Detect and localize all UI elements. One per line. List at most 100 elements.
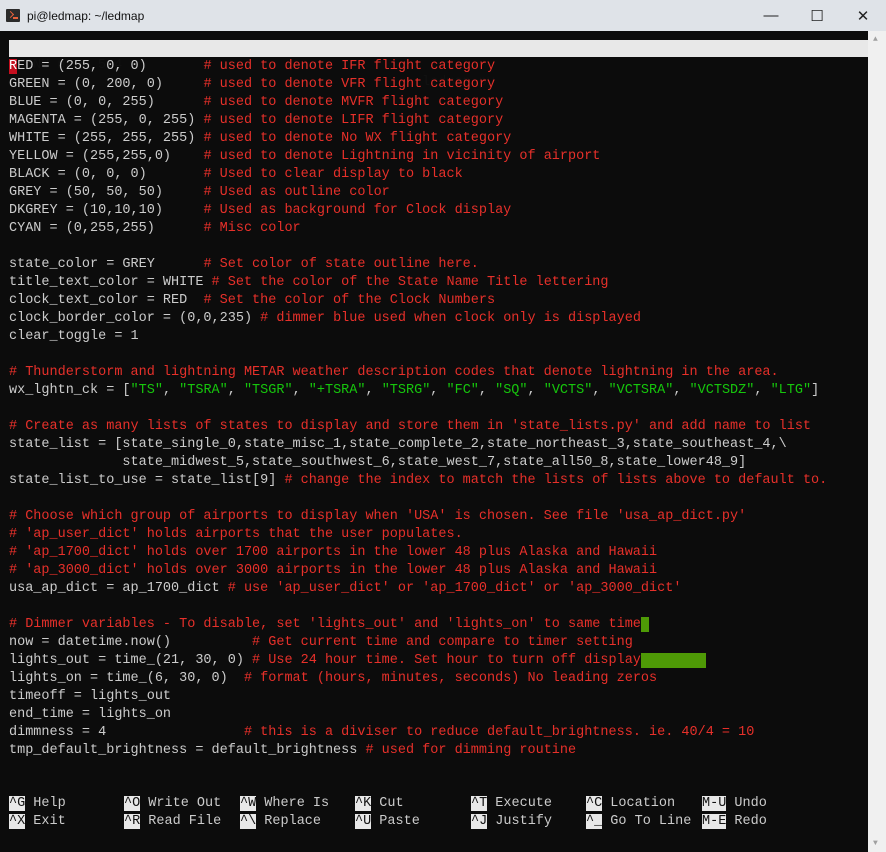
comment-text: # this is a diviser to reduce default_br… <box>243 725 755 740</box>
code-text: CYAN = (0,255,255) <box>9 221 204 236</box>
shortcut-replace[interactable]: ^\ Replace <box>240 813 321 831</box>
comment-text: # use 'ap_user_dict' or 'ap_1700_dict' o… <box>227 581 682 596</box>
shortcut-redo[interactable]: M-E Redo <box>702 813 767 831</box>
shortcut-write-out[interactable]: ^O Write Out <box>124 795 221 813</box>
string-text: "TSGR" <box>243 383 293 398</box>
code-text: state_midwest_5,state_southwest_6,state_… <box>9 455 747 470</box>
comment-text: # used to denote No WX flight category <box>203 131 512 146</box>
code-line: # Create as many lists of states to disp… <box>9 418 827 436</box>
comment-text: # used to denote VFR flight category <box>203 77 496 92</box>
scroll-down-arrow-icon[interactable]: ▼ <box>873 839 878 848</box>
code-text: BLUE = (0, 0, 255) <box>9 95 204 110</box>
comment-text: # Get current time and compare to timer … <box>252 635 633 650</box>
shortcut-key: M-E <box>702 814 727 829</box>
code-text: , <box>592 383 609 398</box>
code-text: , <box>478 383 496 398</box>
code-text: dimmness = 4 <box>9 725 244 740</box>
comment-text: # Set the color of the State Name Title … <box>211 275 609 290</box>
code-line: # Choose which group of airports to disp… <box>9 508 827 526</box>
shortcut-key: ^C <box>586 796 603 811</box>
shortcut-where-is[interactable]: ^W Where Is <box>240 795 329 813</box>
shortcut-key: ^W <box>240 796 257 811</box>
shortcut-label: Paste <box>371 814 420 829</box>
code-line: clock_text_color = RED # Set the color o… <box>9 292 827 310</box>
code-line: # Dimmer variables - To disable, set 'li… <box>9 616 827 634</box>
string-text: "VCTSRA" <box>608 383 674 398</box>
comment-text: # Create as many lists of states to disp… <box>9 419 812 434</box>
shortcut-justify[interactable]: ^J Justify <box>471 813 552 831</box>
shortcut-label: Exit <box>25 814 66 829</box>
code-line: RED = (255, 0, 0) # used to denote IFR f… <box>9 58 827 76</box>
maximize-button[interactable]: ☐ <box>794 0 840 31</box>
comment-text: # Dimmer variables - To disable, set 'li… <box>9 617 641 632</box>
code-text: tmp_default_brightness = default_brightn… <box>9 743 366 758</box>
comment-text: # format (hours, minutes, seconds) No le… <box>243 671 658 686</box>
string-text: "TSRG" <box>381 383 431 398</box>
code-text: clear_toggle = 1 <box>9 329 139 344</box>
code-line: clear_toggle = 1 <box>9 328 827 346</box>
comment-text: # Used to clear display to black <box>203 167 463 182</box>
code-line: BLACK = (0, 0, 0) # Used to clear displa… <box>9 166 827 184</box>
comment-text: # Thunderstorm and lightning METAR weath… <box>9 365 779 380</box>
shortcut-cut[interactable]: ^K Cut <box>355 795 404 813</box>
code-line: state_color = GREY # Set color of state … <box>9 256 827 274</box>
nano-header-bar: GNU nano 5.4 ledmap.py <box>9 40 868 90</box>
comment-text: # used to denote Lightning in vicinity o… <box>203 149 601 164</box>
code-line: end_time = lights_on <box>9 706 827 724</box>
code-text: state_list_to_use = state_list[9] <box>9 473 285 488</box>
string-text: "VCTSDZ" <box>689 383 755 398</box>
comment-text: # dimmer blue used when clock only is di… <box>260 311 641 326</box>
code-line: state_midwest_5,state_southwest_6,state_… <box>9 454 827 472</box>
code-line: YELLOW = (255,255,0) # used to denote Li… <box>9 148 827 166</box>
code-text: GREEN = (0, 200, 0) <box>9 77 204 92</box>
close-button[interactable]: ✕ <box>840 0 886 31</box>
shortcut-label: Go To Line <box>602 814 692 829</box>
code-text: ED = (255, 0, 0) <box>17 59 204 74</box>
string-text: "TSRA" <box>179 383 228 398</box>
code-line: MAGENTA = (255, 0, 255) # used to denote… <box>9 112 827 130</box>
shortcut-execute[interactable]: ^T Execute <box>471 795 552 813</box>
shortcut-go-to-line[interactable]: ^_ Go To Line <box>586 813 691 831</box>
code-text: MAGENTA = (255, 0, 255) <box>9 113 204 128</box>
text-cursor: R <box>9 59 18 74</box>
shortcut-key: ^K <box>355 796 372 811</box>
shortcut-key: ^O <box>124 796 141 811</box>
shortcut-help[interactable]: ^G Help <box>9 795 66 813</box>
comment-text: # 'ap_user_dict' holds airports that the… <box>9 527 463 542</box>
trailing-whitespace-highlight <box>640 653 706 668</box>
code-text: now = datetime.now() <box>9 635 253 650</box>
editor-text[interactable]: RED = (255, 0, 0) # used to denote IFR f… <box>9 58 827 760</box>
comment-text: # used to denote MVFR flight category <box>203 95 504 110</box>
shortcut-label: Write Out <box>140 796 222 811</box>
code-line: # Thunderstorm and lightning METAR weath… <box>9 364 827 382</box>
shortcut-key: ^T <box>471 796 488 811</box>
shortcut-label: Redo <box>726 814 767 829</box>
scroll-up-arrow-icon[interactable]: ▲ <box>873 35 878 44</box>
comment-text: # Used as background for Clock display <box>203 203 512 218</box>
comment-text: # Set color of state outline here. <box>203 257 479 272</box>
shortcut-paste[interactable]: ^U Paste <box>355 813 420 831</box>
shortcut-label: Justify <box>487 814 553 829</box>
scrollbar[interactable]: ▲ ▼ <box>868 31 886 852</box>
code-text: state_color = GREY <box>9 257 204 272</box>
title-bar: pi@ledmap: ~/ledmap — ☐ ✕ <box>0 0 886 31</box>
shortcut-undo[interactable]: M-U Undo <box>702 795 767 813</box>
shortcut-location[interactable]: ^C Location <box>586 795 675 813</box>
string-text: "VCTS" <box>543 383 593 398</box>
shortcut-exit[interactable]: ^X Exit <box>9 813 66 831</box>
comment-text: # 'ap_1700_dict' holds over 1700 airport… <box>9 545 658 560</box>
code-text: YELLOW = (255,255,0) <box>9 149 204 164</box>
comment-text: # Use 24 hour time. Set hour to turn off… <box>252 653 641 668</box>
shortcut-label: Execute <box>487 796 553 811</box>
shortcut-key: ^_ <box>586 814 603 829</box>
code-text: , <box>292 383 309 398</box>
code-text: WHITE = (255, 255, 255) <box>9 131 204 146</box>
code-text: state_list = [state_single_0,state_misc_… <box>9 437 787 452</box>
code-line: state_list_to_use = state_list[9] # chan… <box>9 472 827 490</box>
minimize-button[interactable]: — <box>748 0 794 31</box>
shortcut-label: Replace <box>256 814 322 829</box>
shortcut-read-file[interactable]: ^R Read File <box>124 813 221 831</box>
shortcut-label: Read File <box>140 814 222 829</box>
